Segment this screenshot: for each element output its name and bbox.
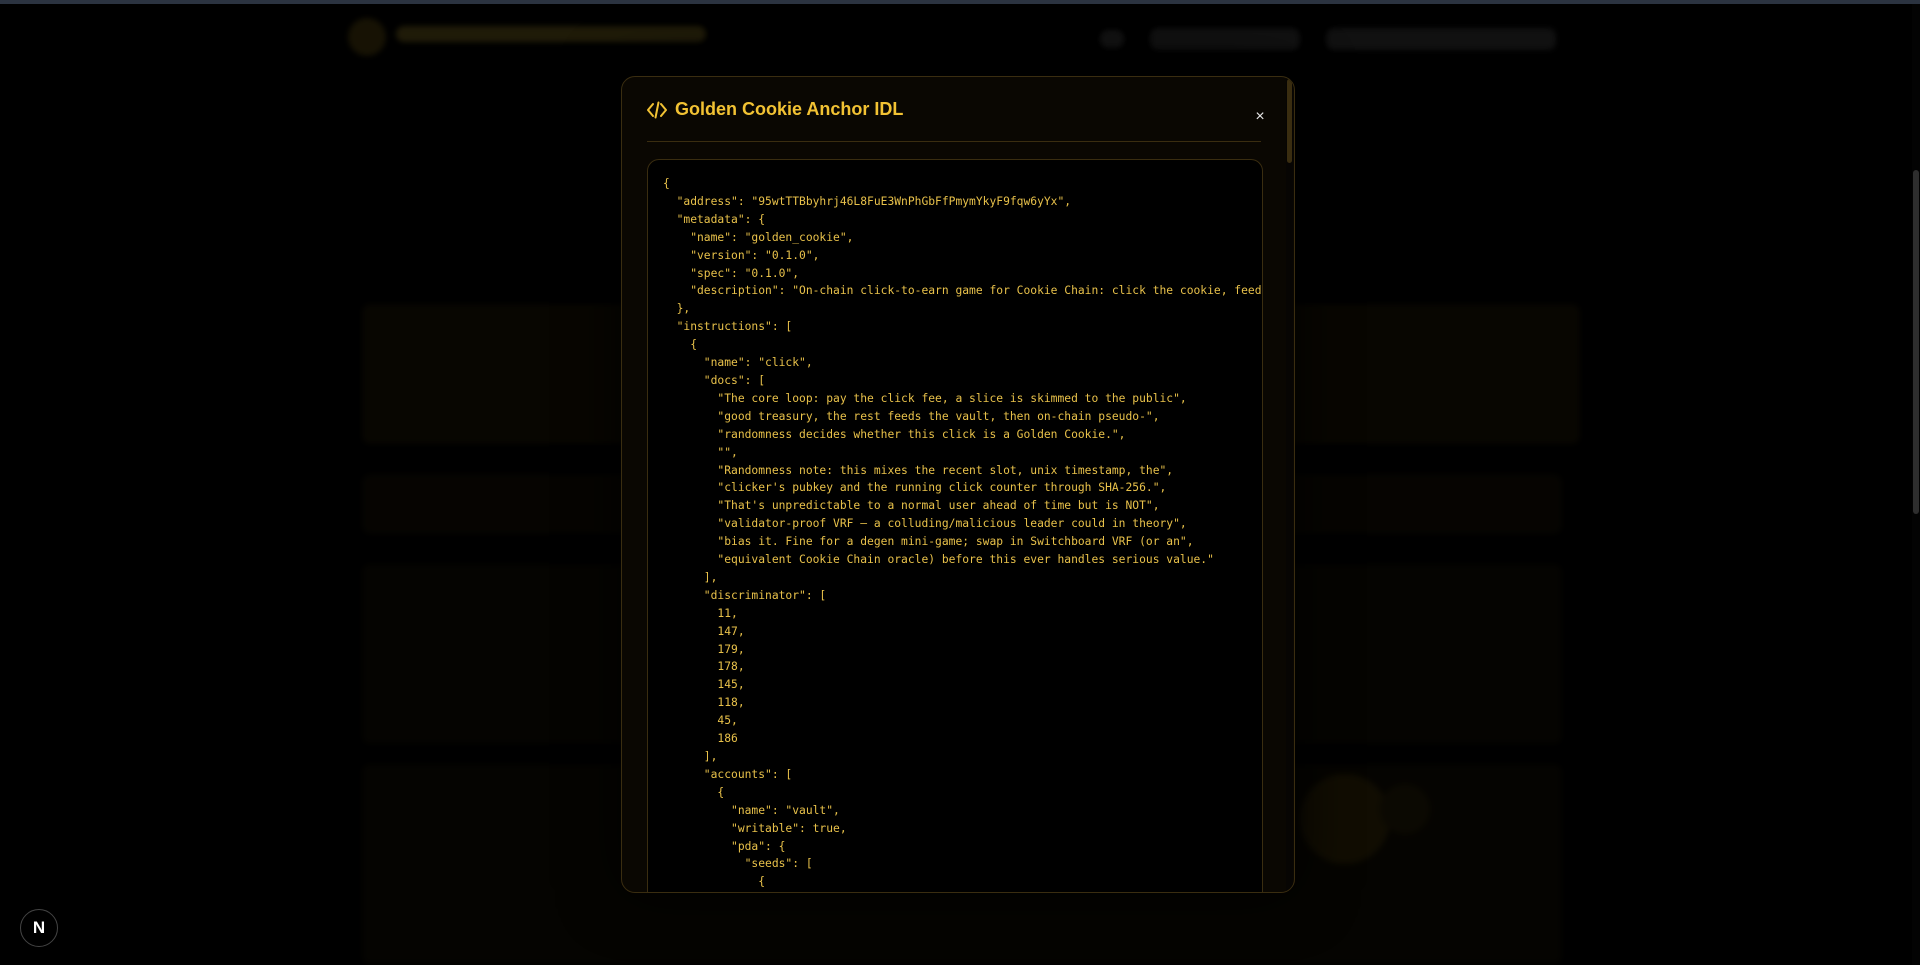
modal-scrollbar[interactable] [1286, 77, 1293, 892]
page-scroll-thumb[interactable] [1913, 170, 1919, 514]
idl-json-text: { "address": "95wtTTBbyhrj46L8FuE3WnPhGb… [663, 177, 1262, 889]
nav-icon [1100, 30, 1124, 48]
wallet-button [1326, 28, 1556, 50]
idl-code-block[interactable]: { "address": "95wtTTBbyhrj46L8FuE3WnPhGb… [647, 159, 1263, 892]
secondary-button [1380, 784, 1430, 834]
modal-scroll-thumb[interactable] [1287, 79, 1292, 163]
idl-modal: Golden Cookie Anchor IDL × { "address": … [621, 76, 1295, 893]
stat-card [362, 304, 662, 444]
cookie-button [1300, 774, 1390, 864]
modal-title: Golden Cookie Anchor IDL [675, 98, 904, 119]
nextjs-badge[interactable]: N [20, 909, 58, 947]
close-button[interactable]: × [1250, 107, 1270, 127]
app-title-placeholder [396, 26, 706, 42]
modal-header: Golden Cookie Anchor IDL [647, 77, 1261, 142]
stat-card [1280, 304, 1580, 444]
code-icon [647, 101, 667, 119]
nav-button [1150, 28, 1300, 50]
app-logo [348, 18, 386, 56]
